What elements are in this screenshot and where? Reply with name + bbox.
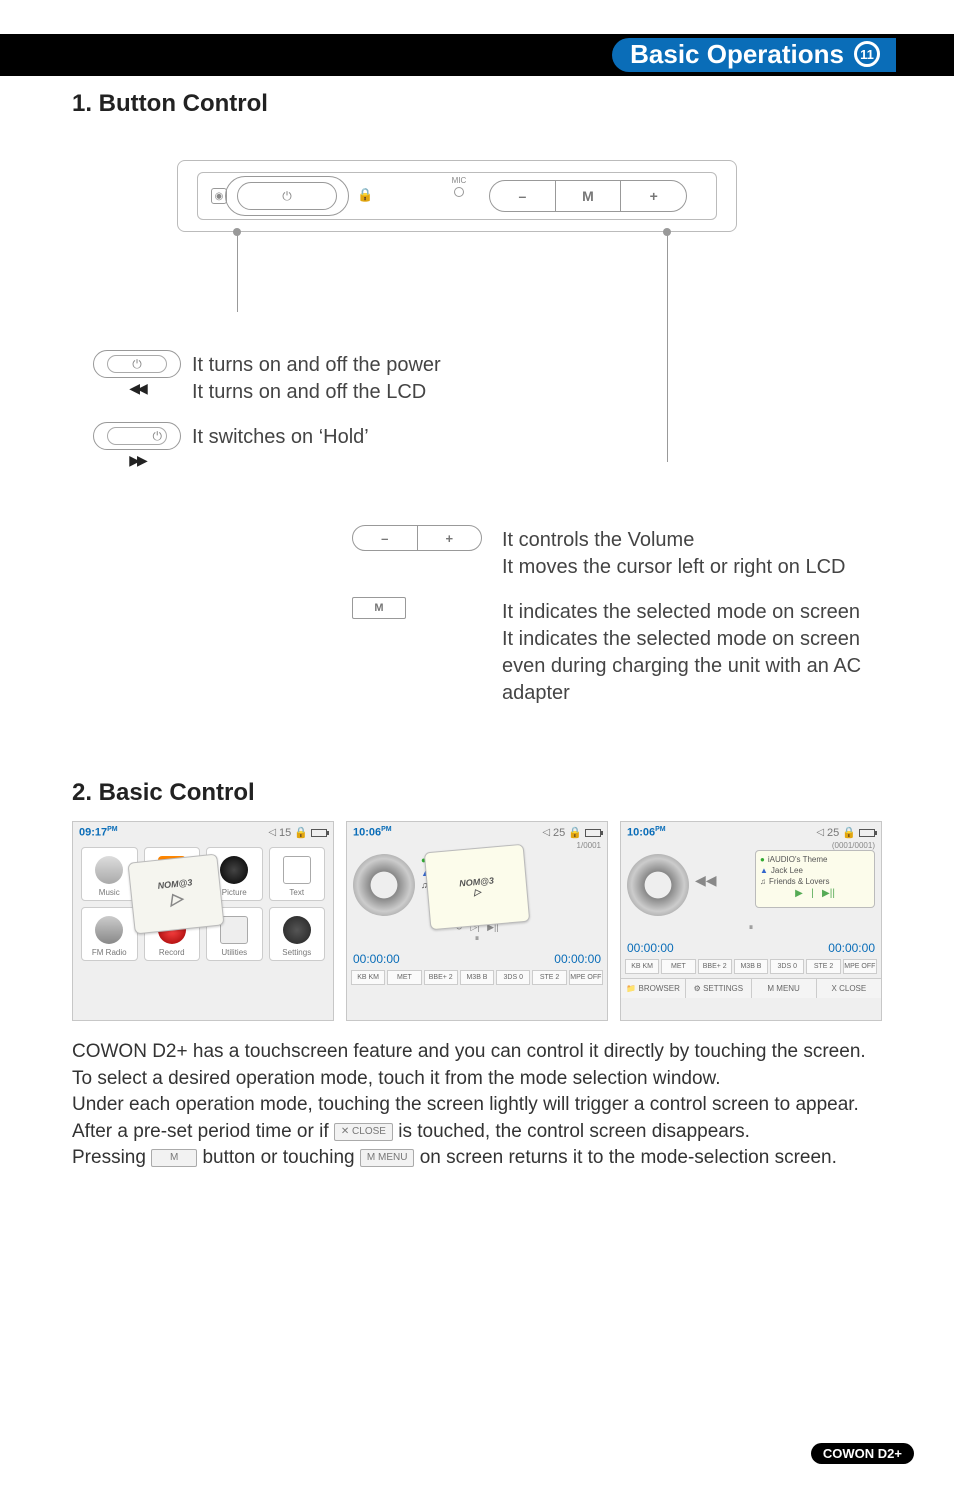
screen-player: 10:06PM ◁25 🔒 1/0001 ● iAUDIO ▲ Jack Lee…: [346, 821, 608, 1021]
mic-hole-icon: [454, 187, 464, 197]
header-title-pill: Basic Operations 11: [612, 38, 896, 72]
close-chip-icon: ✕ CLOSE: [334, 1123, 393, 1141]
overlay-card-1: NOM@3 ▷: [127, 853, 224, 934]
speaker-icon: ◁: [816, 827, 824, 838]
vol-m: M: [556, 181, 622, 211]
vol-mini-minus: –: [353, 526, 418, 550]
speaker-icon: ◁: [268, 827, 276, 838]
time-elapsed: 00:00:00: [353, 952, 400, 966]
battery-icon: [585, 829, 601, 837]
body-p3: Under each operation mode, touching the …: [72, 1092, 882, 1119]
screen-player-menu: 10:06PM ◁25 🔒 (0001/0001) ◀◀ ▶▶ ⏸ ●iAUDI…: [620, 821, 882, 1021]
body-p1: COWON D2+ has a touchscreen feature and …: [72, 1039, 882, 1066]
mode-text: Text: [269, 847, 326, 901]
btn-browser: 📁 BROWSER: [621, 979, 686, 998]
body-p5: Pressing M button or touching M MENU on …: [72, 1145, 882, 1172]
body-p4: After a pre-set period time or if ✕ CLOS…: [72, 1119, 882, 1146]
m-chip-icon: M: [151, 1149, 197, 1167]
play-icon: ▷: [474, 886, 482, 898]
header-title: Basic Operations: [630, 39, 844, 70]
device-top-diagram: ◉ ⏻ 🔒 MIC – M +: [117, 132, 837, 332]
lock-small-icon: 🔒: [294, 826, 308, 839]
page-number: 11: [854, 41, 880, 67]
volume-buttons-icon: – +: [352, 525, 482, 551]
lock-icon: 🔒: [357, 187, 373, 203]
vol-minus: –: [490, 181, 556, 211]
section2-title: 2. Basic Control: [72, 779, 882, 807]
volume-desc-1: It controls the Volume: [502, 527, 845, 554]
m-desc-1: It indicates the selected mode on screen: [502, 599, 882, 626]
volume-strip: – M +: [489, 180, 687, 212]
hold-switch-icon: ⏻: [93, 422, 181, 450]
vol-mini-plus: +: [418, 526, 482, 550]
overlay-card-2: NOM@3 ▷: [424, 844, 530, 930]
btn-menu: M MENU: [752, 979, 817, 998]
mode-settings: Settings: [269, 907, 326, 961]
time-total: 00:00:00: [828, 941, 875, 955]
m-desc-2: It indicates the selected mode on screen…: [502, 626, 882, 707]
battery-icon: [311, 829, 327, 837]
mode-fmradio: FM Radio: [81, 907, 138, 961]
screenshots-row: 09:17PM ◁15 🔒 Music Movie Picture Text F…: [72, 821, 882, 1021]
body-paragraphs: COWON D2+ has a touchscreen feature and …: [72, 1039, 882, 1172]
screen-mode-select: 09:17PM ◁15 🔒 Music Movie Picture Text F…: [72, 821, 334, 1021]
menu-chip-icon: M MENU: [360, 1149, 415, 1167]
body-p2: To select a desired operation mode, touc…: [72, 1066, 882, 1093]
eq-row: KB KMMETBBE+ 2M3B B3DS 0STE 2MPE OFF: [347, 966, 607, 989]
section1-title: 1. Button Control: [72, 90, 882, 118]
bottom-menu: 📁 BROWSER ⚙ SETTINGS M MENU X CLOSE: [621, 978, 881, 998]
arrows-right-icon: ▶▶: [82, 452, 192, 469]
pause-icon: ⏸: [627, 916, 875, 933]
power-switch-icon: ⏻: [93, 350, 181, 378]
arrows-left-icon: ◀◀: [82, 380, 192, 397]
btn-settings: ⚙ SETTINGS: [686, 979, 751, 998]
header-bar: Basic Operations 11: [0, 34, 954, 76]
mic-label: MIC: [447, 176, 471, 197]
power-desc-2: It turns on and off the LCD: [192, 379, 441, 406]
volume-desc-2: It moves the cursor left or right on LCD: [502, 554, 845, 581]
play-icon: ▷: [169, 888, 183, 909]
eq-row: KB KMMETBBE+ 2M3B B3DS 0STE 2MPE OFF: [621, 955, 881, 978]
power-desc-1: It turns on and off the power: [192, 352, 441, 379]
footer-model-badge: COWON D2+: [811, 1443, 914, 1464]
lock-small-icon: 🔒: [842, 826, 856, 839]
m-button-icon: M: [352, 597, 406, 619]
track-popup: ●iAUDIO's Theme ▲Jack Lee ♫ Friends & Lo…: [755, 850, 875, 908]
hold-desc-1: It switches on ‘Hold’: [192, 424, 369, 451]
power-slider: ⏻: [237, 182, 337, 210]
album-art: [627, 854, 689, 916]
time-total: 00:00:00: [554, 952, 601, 966]
track-count: (0001/0001): [621, 841, 881, 850]
vol-plus: +: [621, 181, 686, 211]
btn-close: X CLOSE: [817, 979, 881, 998]
battery-icon: [859, 829, 875, 837]
time-elapsed: 00:00:00: [627, 941, 674, 955]
album-art: [353, 854, 415, 916]
lock-small-icon: 🔒: [568, 826, 582, 839]
speaker-icon: ◁: [542, 827, 550, 838]
